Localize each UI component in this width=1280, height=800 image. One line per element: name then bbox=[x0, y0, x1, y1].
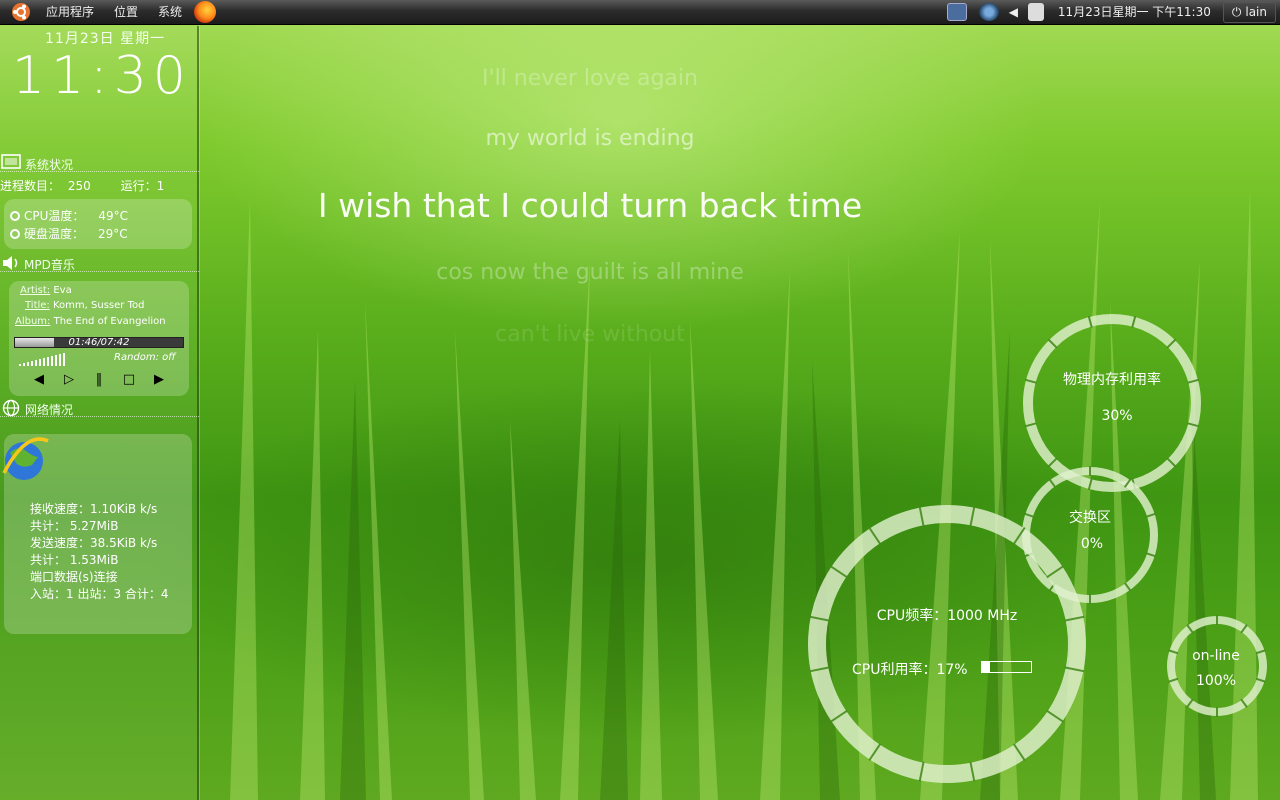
speaker-icon bbox=[1, 254, 19, 270]
swap-ring bbox=[1022, 466, 1158, 604]
swap-value: 0% bbox=[1080, 536, 1104, 552]
mpd-artist: Artist: Eva bbox=[20, 285, 72, 296]
user-menu-button[interactable]: ⏻ lain bbox=[1222, 1, 1276, 23]
network-stat-line: 共计： 5.27MiB bbox=[30, 519, 119, 533]
network-stat-line: 入站：1 出站：3 合计：4 bbox=[30, 587, 169, 601]
menu-places[interactable]: 位置 bbox=[104, 0, 148, 25]
menu-applications[interactable]: 应用程序 bbox=[36, 0, 104, 25]
lyric-line-1: I'll never love again bbox=[482, 66, 698, 91]
network-stat-line: 发送速度：38.5KiB k/s bbox=[30, 536, 158, 550]
online-label: on-line bbox=[1192, 648, 1240, 664]
notification-icon[interactable] bbox=[1027, 3, 1044, 21]
power-icon: ⏻ bbox=[1231, 4, 1242, 19]
monitor-icon bbox=[1, 154, 21, 170]
menu-system[interactable]: 系统 bbox=[148, 0, 192, 25]
play-icon[interactable]: ▷ bbox=[61, 372, 77, 388]
stop-icon[interactable]: □ bbox=[121, 372, 137, 388]
firefox-launcher-icon[interactable] bbox=[194, 1, 217, 23]
mpd-progress-bar[interactable]: 01:46/07:42 bbox=[14, 337, 184, 348]
panel-clock[interactable]: 11月23日星期一 下午11:30 bbox=[1050, 0, 1219, 25]
cpu-temp: CPU温度： 49°C bbox=[10, 207, 128, 224]
network-section-title: 网络情况 bbox=[25, 403, 74, 417]
ubuntu-logo-icon[interactable] bbox=[10, 1, 32, 23]
online-value: 100% bbox=[1195, 673, 1237, 689]
network-manager-icon[interactable] bbox=[978, 3, 999, 21]
network-section-header: 网络情况 bbox=[0, 399, 199, 417]
system-section-title: 系统状况 bbox=[25, 158, 74, 172]
pause-icon[interactable]: ‖ bbox=[91, 372, 107, 388]
online-ring bbox=[1167, 615, 1267, 717]
workspace-icon[interactable] bbox=[946, 3, 967, 21]
lyric-line-5: can't live without bbox=[495, 322, 685, 347]
cpu-usage-label: CPU利用率：17% bbox=[852, 662, 968, 678]
mpd-title: Title: Komm, Susser Tod bbox=[25, 300, 145, 311]
mpd-album: Album: The End of Evangelion bbox=[15, 316, 166, 327]
top-panel: 应用程序 位置 系统 ◀ 11月23日星期一 下午11:30 ⏻ lain bbox=[0, 0, 1280, 25]
globe-icon bbox=[1, 399, 20, 417]
disk-temp: 硬盘温度： 29°C bbox=[10, 225, 128, 242]
mpd-random: Random: off bbox=[114, 352, 176, 363]
memory-ring bbox=[1023, 314, 1201, 492]
lyric-line-2: my world is ending bbox=[485, 126, 695, 151]
cpu-temp-bullet-icon bbox=[10, 211, 20, 221]
previous-icon[interactable]: ◀ bbox=[31, 372, 47, 388]
sidebar-clock: 11:30 bbox=[12, 46, 192, 106]
network-stat-line: 端口数据(s)连接 bbox=[30, 570, 118, 584]
network-stat-line: 共计： 1.53MiB bbox=[30, 553, 119, 567]
network-stat-line: 接收速度：1.10KiB k/s bbox=[30, 502, 158, 516]
volume-icon[interactable]: ◀ bbox=[1009, 5, 1018, 19]
memory-label: 物理内存利用率 bbox=[1063, 372, 1161, 388]
volume-bars-icon[interactable] bbox=[19, 352, 69, 366]
user-name: lain bbox=[1245, 5, 1267, 19]
disk-temp-bullet-icon bbox=[10, 229, 20, 239]
system-section-header: 系统状况 bbox=[0, 154, 199, 172]
next-icon[interactable]: ▶ bbox=[151, 372, 167, 388]
lyric-line-4: cos now the guilt is all mine bbox=[436, 260, 744, 285]
cpu-frequency: CPU频率：1000 MHz bbox=[876, 608, 1018, 624]
mpd-section-title: MPD音乐 bbox=[24, 258, 75, 272]
browser-globe-icon bbox=[2, 435, 50, 483]
mpd-elapsed: 01:46/07:42 bbox=[68, 337, 130, 348]
sidebar-date: 11月23日 星期一 bbox=[45, 31, 166, 47]
lyric-line-current: I wish that I could turn back time bbox=[317, 186, 863, 225]
process-count: 进程数目： 250 运行：1 bbox=[0, 179, 165, 193]
main-menu: 应用程序 位置 系统 bbox=[0, 0, 217, 25]
swap-label: 交换区 bbox=[1069, 510, 1111, 526]
mpd-section-header: MPD音乐 bbox=[0, 254, 199, 272]
cpu-usage-bar bbox=[981, 661, 1032, 673]
memory-value: 30% bbox=[1101, 408, 1133, 424]
